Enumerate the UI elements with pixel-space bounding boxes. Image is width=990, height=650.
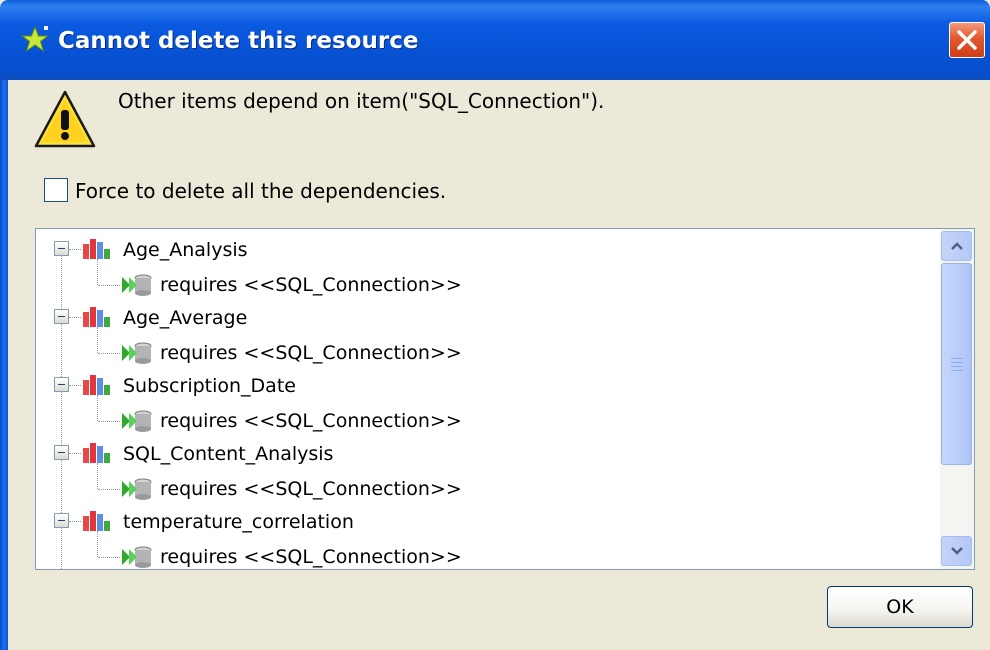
dialog-title: Cannot delete this resource	[58, 28, 419, 54]
database-connection-icon	[122, 410, 152, 432]
collapse-toggle[interactable]	[54, 377, 69, 392]
tree-dependency-label[interactable]: requires <<SQL_Connection>>	[160, 545, 462, 569]
bar-chart-icon	[83, 239, 110, 259]
tree-dependency-label[interactable]: requires <<SQL_Connection>>	[160, 409, 462, 433]
title-bar[interactable]: Cannot delete this resource	[0, 0, 990, 80]
tree-item-label[interactable]: Age_Average	[123, 306, 247, 330]
vertical-scrollbar[interactable]	[940, 229, 974, 569]
bar-chart-icon	[83, 375, 110, 395]
tree-connector	[69, 521, 81, 522]
close-button[interactable]	[949, 22, 985, 58]
chevron-up-icon	[951, 242, 963, 250]
tree-item-label[interactable]: Subscription_Date	[123, 374, 296, 398]
database-connection-icon	[122, 274, 152, 296]
scroll-thumb[interactable]	[941, 263, 972, 465]
tree-connector	[69, 453, 81, 454]
ok-button[interactable]: OK	[827, 586, 973, 628]
star-icon	[20, 25, 50, 53]
grip-line	[951, 370, 963, 371]
tree-dependency-label[interactable]: requires <<SQL_Connection>>	[160, 477, 462, 501]
tree-item-label[interactable]: temperature_correlation	[123, 510, 354, 534]
collapse-toggle[interactable]	[54, 445, 69, 460]
bar-chart-icon	[83, 307, 110, 327]
force-delete-label[interactable]: Force to delete all the dependencies.	[75, 178, 446, 204]
scroll-up-button[interactable]	[941, 231, 972, 261]
tree-connector	[69, 385, 81, 386]
tree-content: Age_Analysis requires <<SQL_Connection>>…	[36, 229, 940, 569]
tree-guide-line	[97, 463, 98, 489]
tree-item-label[interactable]: SQL_Content_Analysis	[123, 442, 333, 466]
scroll-down-button[interactable]	[941, 536, 972, 566]
tree-connector	[98, 557, 120, 558]
tree-guide-line	[97, 327, 98, 353]
tree-connector	[69, 249, 81, 250]
dialog-message: Other items depend on item("SQL_Connecti…	[118, 89, 605, 113]
dependency-tree[interactable]: Age_Analysis requires <<SQL_Connection>>…	[35, 228, 975, 570]
bar-chart-icon	[83, 511, 110, 531]
bar-chart-icon	[83, 443, 110, 463]
grip-line	[951, 366, 963, 367]
tree-guide-line	[97, 395, 98, 421]
collapse-toggle[interactable]	[54, 309, 69, 324]
collapse-toggle[interactable]	[54, 513, 69, 528]
tree-dependency-label[interactable]: requires <<SQL_Connection>>	[160, 341, 462, 365]
tree-dependency-label[interactable]: requires <<SQL_Connection>>	[160, 273, 462, 297]
tree-connector	[69, 317, 81, 318]
window-frame	[0, 80, 8, 650]
force-delete-checkbox[interactable]	[44, 178, 68, 202]
tree-connector	[98, 489, 120, 490]
database-connection-icon	[122, 546, 152, 568]
database-connection-icon	[122, 342, 152, 364]
database-connection-icon	[122, 478, 152, 500]
tree-connector	[98, 285, 120, 286]
tree-connector	[98, 353, 120, 354]
tree-guide-line	[97, 259, 98, 285]
tree-connector	[98, 421, 120, 422]
chevron-down-icon	[951, 547, 963, 555]
grip-line	[951, 358, 963, 359]
tree-item-label[interactable]: Age_Analysis	[123, 238, 248, 262]
warning-icon	[34, 90, 96, 148]
collapse-toggle[interactable]	[54, 241, 69, 256]
close-icon	[957, 30, 977, 50]
grip-line	[951, 362, 963, 363]
tree-guide-line	[97, 531, 98, 557]
delete-resource-dialog: Cannot delete this resource Other items …	[0, 0, 990, 650]
